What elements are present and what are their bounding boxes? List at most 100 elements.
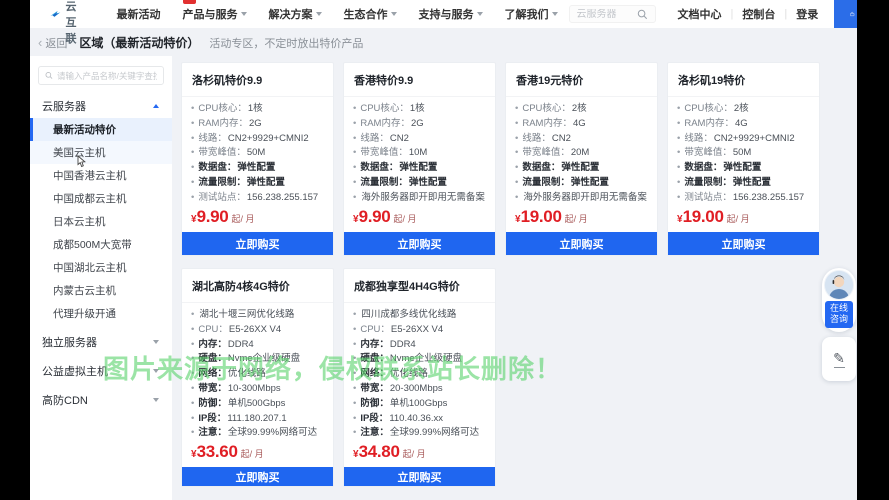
bullet-icon: • [515, 162, 519, 174]
chevron-down-icon [153, 397, 159, 405]
bullet-icon: • [191, 176, 195, 188]
sidebar-item-6[interactable]: 中国湖北云主机 [30, 256, 172, 279]
spec-value: 全球99.99%网络可达 [227, 427, 318, 439]
navbar-right: 文档中心 | 控制台 | 登录 免费注册 [568, 0, 857, 28]
buy-button[interactable]: 立即购买 [344, 232, 495, 255]
buy-button[interactable]: 立即购买 [506, 232, 657, 255]
sidebar-group-1[interactable]: 公益虚拟主机 [30, 358, 172, 383]
sidebar-group-cloud-servers[interactable]: 云服务器 [30, 93, 172, 118]
spec-line: • 数据盘：弹性配置 [515, 161, 648, 176]
spec-line: • 带宽峰值：10M [353, 146, 486, 161]
spec-value: 优化线路 [227, 368, 266, 380]
spec-label: 网络： [360, 368, 389, 380]
spec-value: 1核 [247, 103, 263, 114]
sidebar-item-2[interactable]: 中国香港云主机 [30, 164, 172, 187]
buy-button[interactable]: 立即购买 [182, 232, 333, 255]
spec-line: • 流量限制：弹性配置 [515, 176, 648, 191]
spec-line: • 海外服务器即开即用无需备案 [515, 191, 648, 206]
spec-line: • 带宽峰值：50M [191, 146, 324, 161]
product-card: 湖北高防4核4G特价 • 湖北十堰三网优化线路 • CPU：E5-26XX V4 • 内存：… [181, 268, 334, 487]
spec-line: • 网络：优化线路 [353, 367, 486, 382]
spec-value: 单机500Gbps [227, 397, 286, 409]
spec-label: 带宽峰值： [198, 147, 246, 159]
sidebar-item-4[interactable]: 日本云主机 [30, 210, 172, 233]
nav-item-4[interactable]: 支持与服务 [419, 6, 483, 22]
bullet-icon: • [191, 412, 195, 424]
nav-item-2[interactable]: 解决方案 [269, 6, 322, 22]
buy-button[interactable]: 立即购买 [668, 232, 819, 255]
brand-logo[interactable]: 青云互联 [50, 0, 90, 46]
bullet-icon: • [353, 191, 357, 203]
sidebar-item-0[interactable]: 最新活动特价 [30, 118, 172, 141]
sidebar-group-label: 独立服务器 [42, 336, 97, 349]
spec-value: CN2+9929+CMNI2 [713, 132, 795, 144]
buy-button[interactable]: 立即购买 [344, 467, 495, 486]
nav-link-1[interactable]: 控制台 [742, 6, 775, 22]
spec-list: • CPU核心：1核 • RAM内存：2G • 线路：CN2 • 带宽峰值：10M • 数据盘：弹… [344, 97, 495, 206]
sidebar-group-0[interactable]: 独立服务器 [30, 329, 172, 354]
spec-line: • 线路：CN2 [515, 132, 648, 147]
spec-value: 弹性配置 [408, 176, 447, 188]
nav-link-0[interactable]: 文档中心 [678, 6, 722, 22]
chat-widget[interactable]: 在线 咨询 [822, 268, 856, 332]
navbar-search[interactable] [568, 5, 656, 23]
page-content: 青云互联 最新活动 产品与服务 解决方案 生态合作 支持与服务 了解我们 文档中心 | 控制台… [30, 0, 857, 500]
bullet-icon: • [191, 323, 195, 335]
bullet-icon: • [677, 147, 681, 159]
spec-label: 内存： [360, 338, 389, 350]
bullet-icon: • [191, 162, 195, 174]
search-icon[interactable] [637, 9, 648, 20]
nav-item-0[interactable]: 最新活动 [117, 6, 161, 22]
sidebar-item-8[interactable]: 代理升级开通 [30, 302, 172, 325]
sidebar-search[interactable] [38, 66, 164, 85]
spec-list: • 四川成都多线优化线路 • CPU：E5-26XX V4 • 内存：DDR4 • 硬盘：Nv… [344, 303, 495, 441]
spec-label: 带宽峰值： [522, 147, 570, 159]
sidebar-item-1[interactable]: 美国云主机 [30, 141, 172, 164]
price-amount: 33.60 [196, 442, 238, 462]
spec-label: IP段： [360, 412, 389, 424]
spec-value: 四川成都多线优化线路 [361, 309, 457, 320]
bullet-icon: • [353, 412, 357, 424]
price: ¥9.90 起/ 月 [182, 206, 333, 232]
sidebar-item-5[interactable]: 成都500M大宽带 [30, 233, 172, 256]
bullet-icon: • [191, 338, 195, 350]
spec-line: • CPU：E5-26XX V4 [191, 323, 324, 338]
nav-item-1[interactable]: 产品与服务 [183, 6, 247, 22]
nav-item-3[interactable]: 生态合作 [344, 6, 397, 22]
bullet-icon: • [191, 132, 195, 144]
chevron-down-icon [551, 12, 558, 19]
spec-label: 测试站点： [198, 191, 246, 203]
bullet-icon: • [353, 309, 357, 320]
nav-item-5[interactable]: 了解我们 [505, 6, 558, 22]
bullet-icon: • [191, 397, 195, 409]
pen-icon: ✎ [833, 349, 845, 366]
chevron-down-icon [240, 12, 247, 19]
nav-link-2[interactable]: 登录 [796, 6, 818, 22]
bullet-icon: • [191, 117, 195, 129]
navbar-search-input[interactable] [576, 8, 629, 20]
sidebar-search-input[interactable] [57, 70, 157, 81]
buy-button[interactable]: 立即购买 [182, 467, 333, 486]
spec-line: • 数据盘：弹性配置 [353, 161, 486, 176]
bullet-icon: • [191, 427, 195, 439]
sidebar-group-2[interactable]: 高防CDN [30, 387, 172, 412]
nav-item-label: 最新活动 [116, 9, 161, 21]
spec-value: CN2+9929+CMNI2 [227, 132, 309, 144]
brand-name: 青云互联 [65, 1, 79, 45]
register-button[interactable]: 免费注册 [834, 0, 857, 28]
spec-value: 110.40.36.xx [389, 412, 444, 424]
ticket-widget[interactable]: ✎ [822, 337, 856, 381]
spec-list: • CPU核心：2核 • RAM内存：4G • 线路：CN2+9929+CMNI2 • 带宽峰… [668, 97, 819, 206]
online-chat-button[interactable]: 在线 咨询 [825, 301, 853, 328]
spec-line: • 数据盘：弹性配置 [191, 161, 324, 176]
spec-label: 线路： [198, 132, 227, 144]
spec-label: IP段： [198, 412, 227, 424]
price-amount: 19.00 [682, 207, 724, 226]
spec-line: • 内存：DDR4 [191, 338, 324, 353]
spec-list: • 湖北十堰三网优化线路 • CPU：E5-26XX V4 • 内存：DDR4 • 硬盘：Nv… [182, 303, 333, 441]
price: ¥33.60 起/ 月 [182, 441, 333, 467]
sidebar-item-3[interactable]: 中国成都云主机 [30, 187, 172, 210]
sidebar-item-7[interactable]: 内蒙古云主机 [30, 279, 172, 302]
spec-line: • 四川成都多线优化线路 [353, 308, 486, 323]
bullet-icon: • [353, 427, 357, 439]
